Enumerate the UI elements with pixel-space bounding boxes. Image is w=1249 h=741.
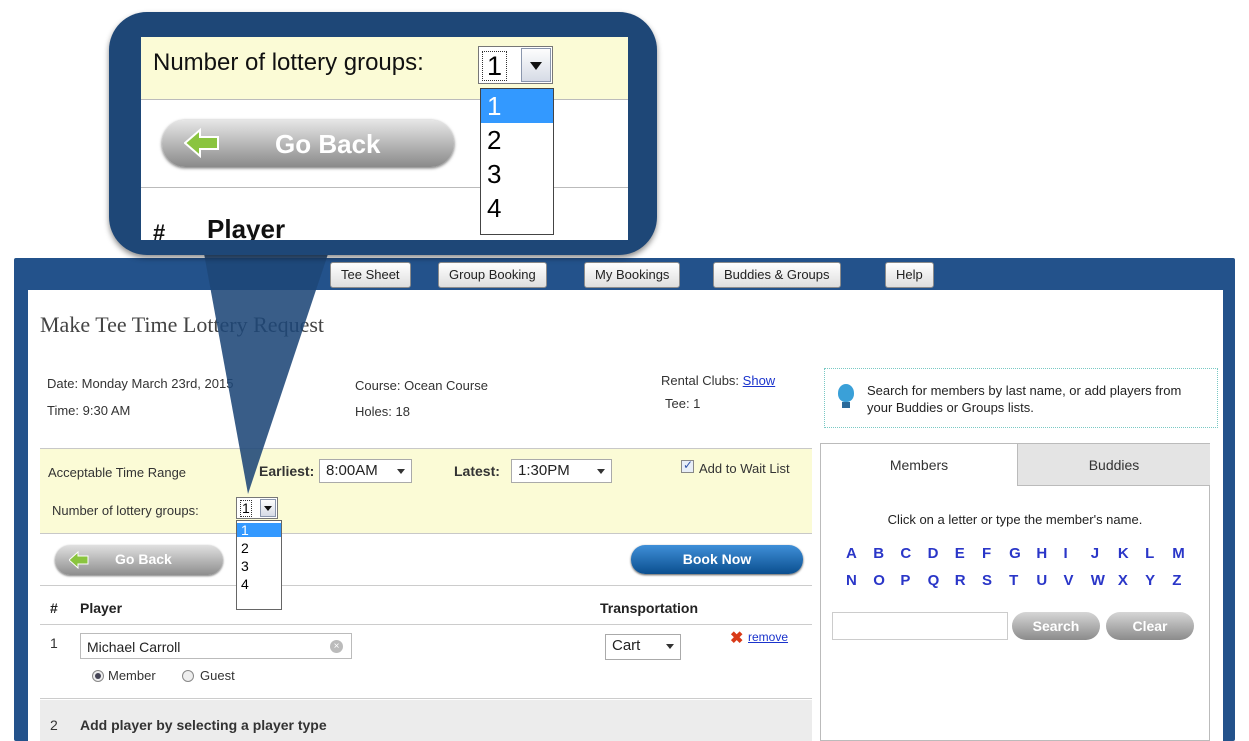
zoom-option-1[interactable]: 1 (481, 89, 553, 123)
zoom-col-player: Player (207, 214, 286, 240)
zoom-groups-label: Number of lottery groups: (153, 49, 424, 76)
zoom-groups-options: 1 2 3 4 (480, 88, 554, 235)
screenshot-root: { "nav": { "tee_sheet": "Tee Sheet", "gr… (0, 0, 1249, 741)
zoom-groups-value: 1 (482, 51, 508, 81)
zoom-option-3[interactable]: 3 (481, 157, 553, 191)
zoom-col-num: # (153, 220, 166, 240)
chevron-down-icon (521, 48, 551, 82)
zoom-go-back-label: Go Back (275, 129, 381, 159)
zoom-option-2[interactable]: 2 (481, 123, 553, 157)
zoom-callout-content: Number of lottery groups: 1 Go Back # Pl… (141, 37, 628, 240)
arrow-left-icon (184, 128, 219, 158)
zoom-groups-select[interactable]: 1 (478, 46, 553, 84)
zoom-go-back-button[interactable]: Go Back (162, 120, 454, 167)
zoom-lottery-row: Number of lottery groups: (141, 37, 628, 100)
zoom-divider (141, 187, 628, 188)
zoom-option-4[interactable]: 4 (481, 191, 553, 225)
